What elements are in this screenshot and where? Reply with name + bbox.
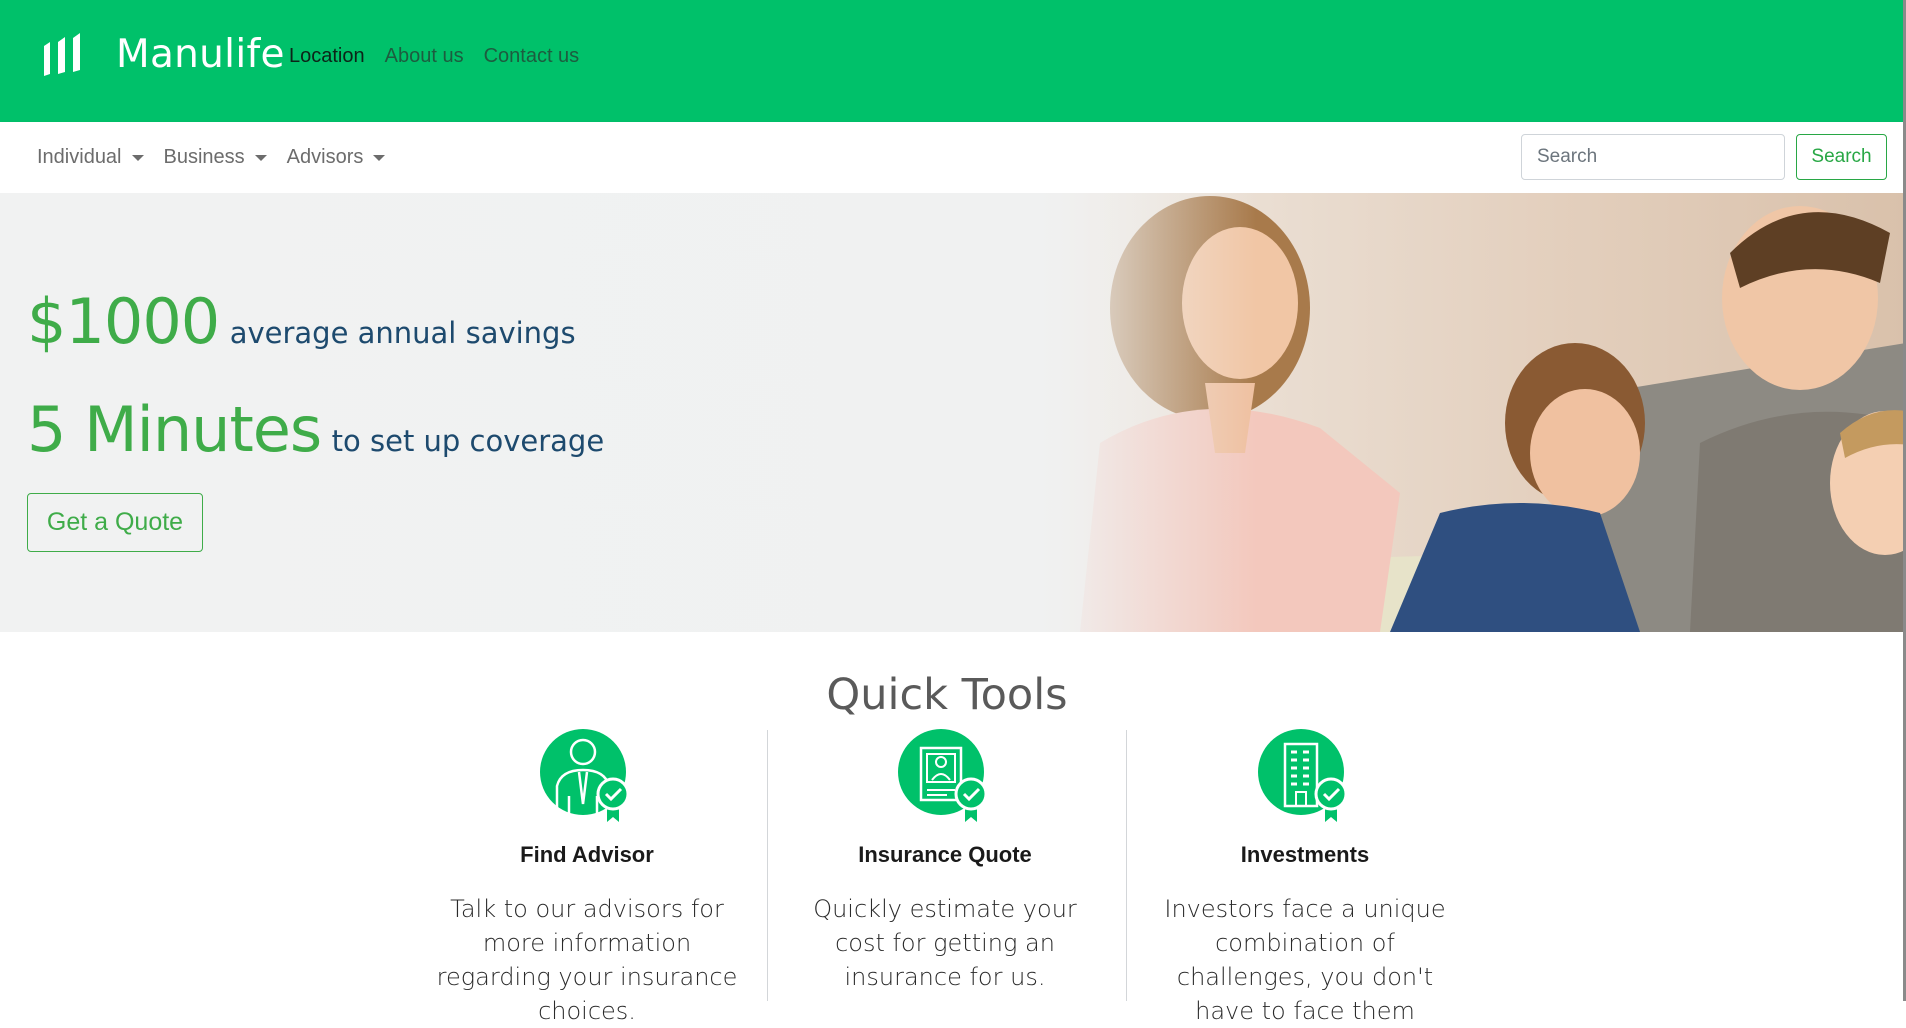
- tool-title: Find Advisor: [520, 842, 654, 867]
- savings-text: average annual savings: [229, 316, 576, 350]
- quick-tools-title: Quick Tools: [826, 670, 1068, 720]
- search-button[interactable]: Search: [1796, 134, 1887, 180]
- menu-advisors[interactable]: Advisors: [287, 146, 386, 169]
- dropdown-menus: Individual Business Advisors: [37, 146, 386, 169]
- secondary-nav: Individual Business Advisors Search: [0, 122, 1906, 193]
- setup-time-stat: 5 Minutes to set up coverage: [27, 393, 604, 466]
- setup-time-value: 5 Minutes: [27, 393, 322, 466]
- menu-business[interactable]: Business: [164, 146, 267, 169]
- menu-individual-label: Individual: [37, 146, 122, 168]
- savings-value: $1000: [27, 285, 220, 358]
- get-a-quote-button[interactable]: Get a Quote: [27, 493, 203, 552]
- nav-link-about-us[interactable]: About us: [385, 43, 464, 69]
- tool-title: Investments: [1240, 842, 1370, 867]
- tool-description: Investors face a unique combination of c…: [1164, 895, 1446, 1025]
- search-input[interactable]: [1521, 134, 1785, 180]
- setup-time-text: to set up coverage: [331, 424, 605, 458]
- hero-banner: $1000 average annual savings 5 Minutes t…: [0, 193, 1906, 632]
- brand-name: Manulife: [116, 32, 285, 77]
- advisor-icon: [540, 729, 630, 822]
- savings-stat: $1000 average annual savings: [27, 285, 576, 358]
- tool-description: Talk to our advisors for more informatio…: [436, 895, 738, 1025]
- investments-icon: [1258, 729, 1348, 822]
- caret-down-icon: [254, 155, 267, 161]
- tool-title: Insurance Quote: [858, 842, 1032, 867]
- menu-individual[interactable]: Individual: [37, 146, 144, 169]
- insurance-quote-icon: [898, 729, 988, 822]
- top-nav: Location About us Contact us: [289, 43, 579, 69]
- tool-insurance-quote[interactable]: Insurance Quote Quickly estimate your co…: [767, 728, 1123, 994]
- caret-down-icon: [131, 155, 144, 161]
- nav-link-contact-us[interactable]: Contact us: [484, 43, 580, 69]
- nav-link-location[interactable]: Location: [289, 43, 365, 69]
- caret-down-icon: [373, 155, 386, 161]
- family-photo: [1040, 193, 1906, 632]
- tool-investments[interactable]: Investments Investors face a unique comb…: [1127, 728, 1483, 1028]
- tool-find-advisor[interactable]: Find Advisor Talk to our advisors for mo…: [409, 728, 765, 1028]
- menu-advisors-label: Advisors: [286, 146, 364, 168]
- menu-business-label: Business: [163, 146, 245, 168]
- brand-logo[interactable]: Manulife: [42, 32, 285, 78]
- manulife-logo-icon: [44, 33, 80, 76]
- tool-description: Quickly estimate your cost for getting a…: [813, 895, 1077, 991]
- top-brand-bar: Manulife Location About us Contact us: [0, 0, 1906, 122]
